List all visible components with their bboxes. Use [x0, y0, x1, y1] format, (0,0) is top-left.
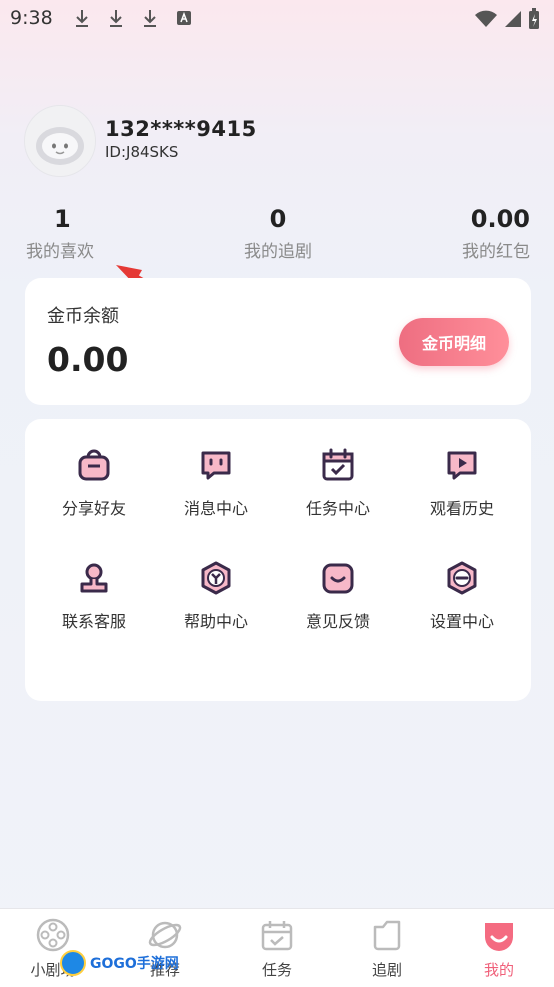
- calendar-icon: [261, 921, 293, 951]
- share-bag-icon: [78, 449, 110, 481]
- menu-label: 设置中心: [429, 612, 494, 631]
- avatar[interactable]: [24, 105, 96, 177]
- menu-label: 联系客服: [61, 612, 126, 631]
- status-bar: 9:38: [0, 0, 554, 38]
- menu-item-customer-service[interactable]: 联系客服: [39, 560, 149, 640]
- menu-item-feedback[interactable]: 意见反馈: [283, 560, 393, 640]
- stat-value: 1: [54, 205, 71, 233]
- menu-item-history[interactable]: 观看历史: [407, 447, 517, 527]
- film-reel-icon: [36, 918, 70, 952]
- font-a-icon: [172, 6, 196, 30]
- menu-item-settings[interactable]: 设置中心: [407, 560, 517, 640]
- stat-value: 0.00: [470, 205, 530, 233]
- tab-following[interactable]: 追剧: [342, 917, 432, 980]
- menu-item-tasks[interactable]: 任务中心: [283, 447, 393, 527]
- feedback-icon: [322, 563, 354, 594]
- tab-label: 任务: [261, 961, 292, 979]
- menu-label: 观看历史: [429, 499, 494, 518]
- menu-item-help[interactable]: 帮助中心: [161, 560, 271, 640]
- help-icon: [201, 561, 231, 595]
- download-icon: [138, 6, 162, 30]
- menu-item-share[interactable]: 分享好友: [39, 447, 149, 527]
- menu-item-messages[interactable]: 消息中心: [161, 447, 271, 527]
- status-time: 9:38: [10, 7, 53, 29]
- gogo-logo-icon: [60, 950, 86, 976]
- signal-icon: [504, 9, 522, 33]
- stat-label: 我的红包: [462, 242, 530, 262]
- download-icon: [70, 6, 94, 30]
- menu-label: 意见反馈: [305, 612, 370, 631]
- coin-balance-card: 金币余额 0.00 金币明细: [25, 278, 531, 405]
- stat-following[interactable]: 0 我的追剧: [240, 205, 316, 262]
- message-icon: [201, 451, 231, 480]
- stat-label: 我的喜欢: [26, 242, 94, 262]
- astronaut-avatar-icon: [25, 106, 95, 176]
- tab-label: 追剧: [371, 961, 402, 979]
- battery-icon: [528, 8, 540, 34]
- stat-red-packet[interactable]: 0.00 我的红包: [462, 205, 530, 262]
- stat-value: 0: [269, 205, 287, 233]
- profile-header[interactable]: 132****9415 ID:J84SKS: [24, 105, 524, 177]
- wifi-icon: [474, 9, 498, 33]
- stats-row: 1 我的喜欢 0 我的追剧 0.00 我的红包: [0, 205, 554, 265]
- tab-me[interactable]: 我的: [454, 917, 544, 980]
- folder-icon: [373, 920, 401, 951]
- stat-likes[interactable]: 1 我的喜欢: [26, 205, 94, 262]
- person-icon: [80, 563, 108, 593]
- menu-label: 任务中心: [305, 499, 370, 518]
- user-phone: 132****9415: [105, 117, 257, 141]
- play-history-icon: [447, 451, 477, 480]
- planet-icon: [148, 921, 182, 949]
- feature-grid: 分享好友 消息中心 任务中心 观看历史 联系客服 帮助中心 意见反馈 设置中心: [25, 419, 531, 701]
- menu-label: 消息中心: [183, 499, 248, 518]
- calendar-check-icon: [322, 448, 354, 481]
- coin-title: 金币余额: [47, 306, 119, 327]
- watermark-text: GOGO手游网: [90, 956, 179, 972]
- download-icon: [104, 6, 128, 30]
- stat-label: 我的追剧: [244, 242, 312, 262]
- coin-value: 0.00: [47, 340, 129, 379]
- settings-icon: [447, 561, 477, 595]
- tab-tasks[interactable]: 任务: [232, 917, 322, 980]
- menu-label: 分享好友: [61, 499, 126, 518]
- coin-detail-button[interactable]: 金币明细: [399, 318, 509, 366]
- me-icon: [485, 923, 513, 951]
- menu-label: 帮助中心: [183, 612, 248, 631]
- user-id: ID:J84SKS: [105, 143, 179, 161]
- watermark-logo: GOGO手游网: [60, 950, 179, 976]
- tab-label: 我的: [483, 961, 514, 979]
